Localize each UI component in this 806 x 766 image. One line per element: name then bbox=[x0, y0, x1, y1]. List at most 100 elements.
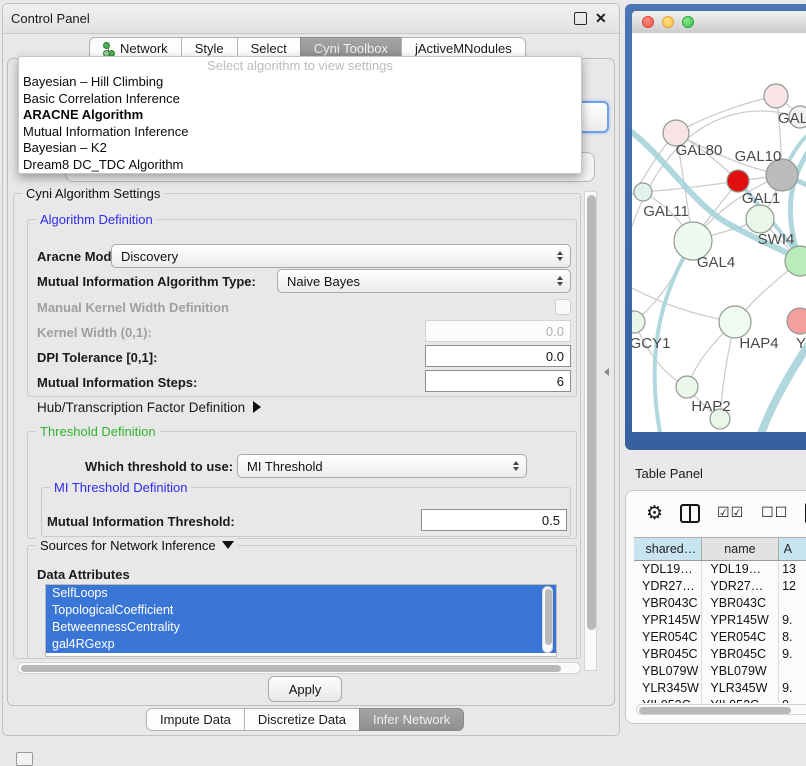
network-window-titlebar bbox=[632, 11, 806, 34]
tab-label: Network bbox=[120, 41, 168, 56]
close-traffic-light[interactable] bbox=[642, 16, 654, 28]
hub-definition-expander[interactable]: Hub/Transcription Factor Definition bbox=[37, 400, 261, 415]
dropdown-item[interactable]: Bayesian – Hill Climbing bbox=[19, 74, 581, 91]
data-attribute-item[interactable]: TopologicalCoefficient bbox=[46, 602, 556, 619]
network-node[interactable] bbox=[764, 84, 788, 108]
minimize-traffic-light[interactable] bbox=[662, 16, 674, 28]
table-cell: YBR045C bbox=[702, 646, 779, 663]
network-window: GAL80GAL10GAL1GAL11SWI4GAL4GCY1HAP4HAP2G… bbox=[625, 4, 806, 450]
table-row[interactable]: YPR145WYPR145W9. bbox=[634, 612, 806, 629]
data-attribute-item[interactable]: gal4RGexp bbox=[46, 636, 556, 653]
data-attributes-list[interactable]: SelfLoopsTopologicalCoefficientBetweenne… bbox=[45, 584, 557, 657]
dock-panel-icon[interactable] bbox=[16, 752, 33, 766]
tab-label: Select bbox=[251, 41, 287, 56]
manual-kernel-checkbox[interactable] bbox=[555, 299, 571, 315]
network-node-label: YM bbox=[796, 335, 806, 352]
column-header-3[interactable]: A bbox=[779, 538, 806, 560]
combo-arrows-icon bbox=[557, 251, 563, 261]
table-cell: 8. bbox=[779, 629, 806, 646]
network-node-label: GAL80 bbox=[676, 142, 723, 159]
cyni-settings-title: Cyni Algorithm Settings bbox=[22, 186, 164, 201]
table-hscrollbar[interactable] bbox=[636, 704, 806, 715]
table-header: shared…nameA bbox=[634, 537, 806, 561]
which-threshold-combo[interactable]: MI Threshold bbox=[237, 454, 527, 478]
list-vscrollbar-thumb[interactable] bbox=[545, 589, 552, 645]
table-cell: YDR27… bbox=[702, 578, 779, 595]
expander-down-icon bbox=[222, 541, 234, 549]
settings-hscrollbar[interactable] bbox=[17, 662, 581, 674]
gear-icon[interactable]: ⚙ bbox=[646, 502, 663, 524]
kernel-width-field[interactable]: 0.0 bbox=[425, 320, 571, 342]
dropdown-item[interactable]: ARACNE Algorithm bbox=[19, 107, 581, 124]
dpi-tolerance-field[interactable]: 0.0 bbox=[425, 345, 571, 367]
column-header-1[interactable]: shared… bbox=[634, 538, 702, 560]
mi-steps-field[interactable]: 6 bbox=[425, 370, 571, 392]
tab-infer-network[interactable]: Infer Network bbox=[359, 708, 464, 731]
mi-threshold-title: MI Threshold Definition bbox=[50, 480, 191, 495]
table-cell: YBR043C bbox=[702, 595, 779, 612]
tab-impute-data[interactable]: Impute Data bbox=[146, 708, 245, 731]
network-node[interactable] bbox=[634, 183, 652, 201]
network-node[interactable] bbox=[676, 376, 698, 398]
network-node[interactable] bbox=[727, 170, 749, 192]
dropdown-item[interactable]: Dream8 DC_TDC Algorithm bbox=[19, 157, 581, 174]
dropdown-item[interactable]: Basic Correlation Inference bbox=[19, 91, 581, 108]
checked-boxes-icon[interactable]: ☑☑ bbox=[717, 505, 744, 521]
network-edge[interactable] bbox=[634, 322, 687, 387]
table-cell: 12 bbox=[779, 578, 806, 595]
network-node[interactable] bbox=[719, 306, 751, 338]
table-row[interactable]: YBL079WYBL079W bbox=[634, 663, 806, 680]
table-row[interactable]: YIL052CYIL052C9 bbox=[634, 697, 806, 703]
network-node-label: SWI4 bbox=[758, 231, 795, 248]
panel-divider-handle[interactable] bbox=[604, 368, 609, 376]
settings-vscrollbar-thumb[interactable] bbox=[587, 195, 596, 630]
algorithm-dropdown-popup: Select algorithm to view settings Bayesi… bbox=[18, 56, 582, 174]
table-row[interactable]: YER054CYER054C8. bbox=[634, 629, 806, 646]
settings-vscrollbar[interactable] bbox=[584, 191, 597, 671]
tab-discretize-data[interactable]: Discretize Data bbox=[244, 708, 360, 731]
expander-right-icon bbox=[253, 401, 261, 413]
float-window-icon[interactable] bbox=[574, 12, 587, 25]
table-row[interactable]: YBR045CYBR045C9. bbox=[634, 646, 806, 663]
zoom-traffic-light[interactable] bbox=[682, 16, 694, 28]
tab-label: Discretize Data bbox=[258, 712, 346, 727]
aracne-mode-combo[interactable]: Discovery bbox=[111, 244, 571, 268]
table-row[interactable]: YDR27…YDR27…12 bbox=[634, 578, 806, 595]
mi-type-value: Naive Bayes bbox=[287, 274, 360, 289]
apply-button[interactable]: Apply bbox=[268, 676, 342, 702]
table-row[interactable]: YLR345WYLR345W9. bbox=[634, 680, 806, 697]
tab-label: jActiveMNodules bbox=[415, 41, 512, 56]
unchecked-boxes-icon[interactable]: ☐☐ bbox=[761, 505, 788, 521]
dropdown-item[interactable]: Bayesian – K2 bbox=[19, 140, 581, 157]
close-icon[interactable]: ✕ bbox=[595, 12, 607, 25]
network-node[interactable] bbox=[746, 205, 774, 233]
dpi-tolerance-value: 0.0 bbox=[546, 349, 564, 364]
split-columns-icon[interactable] bbox=[680, 504, 700, 523]
column-header-2[interactable]: name bbox=[702, 538, 778, 560]
data-attribute-item[interactable]: BetweennessCentrality bbox=[46, 619, 556, 636]
table-row[interactable]: YDL19…YDL19…13 bbox=[634, 561, 806, 578]
table-cell: YPR145W bbox=[702, 612, 779, 629]
list-vscrollbar[interactable] bbox=[542, 586, 553, 653]
mi-type-combo[interactable]: Naive Bayes bbox=[277, 269, 571, 293]
settings-hscrollbar-thumb[interactable] bbox=[21, 665, 561, 672]
mi-steps-label: Mutual Information Steps: bbox=[37, 375, 197, 390]
mi-threshold-field[interactable]: 0.5 bbox=[421, 509, 567, 531]
table-row[interactable]: YBR043CYBR043C bbox=[634, 595, 806, 612]
network-edge[interactable] bbox=[676, 96, 776, 133]
network-graph[interactable]: GAL80GAL10GAL1GAL11SWI4GAL4GCY1HAP4HAP2G… bbox=[632, 33, 806, 432]
network-canvas[interactable]: GAL80GAL10GAL1GAL11SWI4GAL4GCY1HAP4HAP2G… bbox=[632, 33, 806, 432]
table-cell: YLR345W bbox=[702, 680, 779, 697]
table-cell: YPR145W bbox=[634, 612, 702, 629]
dropdown-item[interactable]: Mutual Information Inference bbox=[19, 124, 581, 141]
data-attribute-item[interactable]: SelfLoops bbox=[46, 585, 556, 602]
table-cell bbox=[779, 663, 806, 680]
table-hscrollbar-thumb[interactable] bbox=[639, 707, 791, 714]
which-threshold-label: Which threshold to use: bbox=[85, 459, 233, 474]
sources-title[interactable]: Sources for Network Inference bbox=[36, 538, 238, 553]
network-node-label: HAP4 bbox=[739, 335, 778, 352]
mi-steps-value: 6 bbox=[557, 374, 564, 389]
network-node[interactable] bbox=[787, 308, 806, 334]
tab-label: Style bbox=[195, 41, 224, 56]
table-cell: 9. bbox=[779, 646, 806, 663]
